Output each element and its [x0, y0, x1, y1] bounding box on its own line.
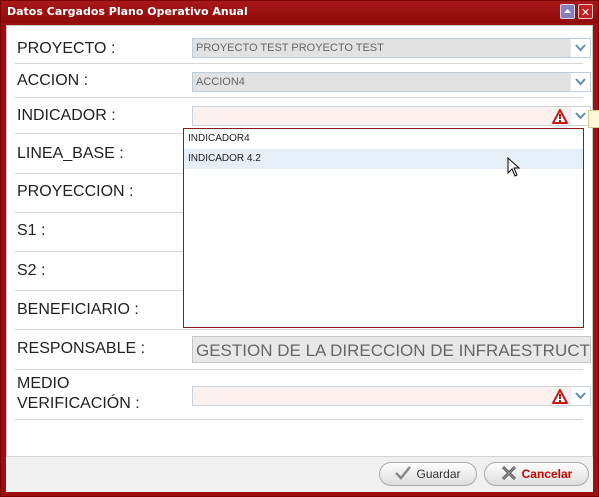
indicador-dropdown-list: INDICADOR4 INDICADOR 4.2 — [183, 128, 584, 328]
medio-label: MEDIO — [17, 375, 70, 392]
responsable-field[interactable]: GESTION DE LA DIRECCION DE INFRAESTRUCTU… — [192, 336, 591, 363]
close-icon[interactable]: ✕ — [578, 4, 593, 19]
accion-value: ACCION4 — [196, 76, 245, 88]
mouse-cursor-icon — [507, 156, 521, 181]
row-accion: ACCION : ACCION4 — [15, 66, 591, 98]
warning-icon — [552, 109, 568, 128]
proyecto-label: PROYECTO : — [17, 40, 116, 57]
beneficiario-label: BENEFICIARIO : — [17, 301, 139, 318]
row-proyecto: PROYECTO : PROYECTO TEST PROYECTO TEST — [15, 32, 591, 64]
window-title: Datos Cargados Plano Operativo Anual — [7, 5, 248, 18]
accion-label: ACCION : — [17, 72, 89, 89]
chevron-down-icon[interactable] — [570, 107, 590, 125]
indicador-combo[interactable] — [192, 106, 591, 126]
cancel-button[interactable]: Cancelar — [484, 462, 589, 486]
chevron-down-icon[interactable] — [570, 73, 590, 91]
save-button[interactable]: Guardar — [379, 462, 477, 486]
title-bar[interactable]: Datos Cargados Plano Operativo Anual — [1, 1, 598, 23]
error-tooltip-tab — [588, 110, 599, 128]
dialog-footer: Guardar Cancelar — [6, 456, 593, 492]
row-medio-verificacion: MEDIO VERIFICACIÓN : — [15, 372, 591, 420]
cancel-label: Cancelar — [521, 467, 573, 481]
chevron-down-icon[interactable] — [570, 39, 590, 57]
responsable-value: GESTION DE LA DIRECCION DE INFRAESTRUCTU… — [196, 341, 590, 360]
dialog-window: Datos Cargados Plano Operativo Anual ✕ P… — [0, 0, 599, 497]
proyeccion-label: PROYECCION : — [17, 183, 134, 200]
checkmark-icon — [395, 465, 412, 483]
list-item[interactable]: INDICADOR 4.2 — [184, 149, 583, 169]
minimize-icon[interactable] — [560, 4, 575, 19]
responsable-label: RESPONSABLE : — [17, 340, 146, 357]
proyecto-combo[interactable]: PROYECTO TEST PROYECTO TEST — [192, 38, 591, 58]
verificacion-label: VERIFICACIÓN : — [17, 395, 140, 412]
s1-label: S1 : — [17, 222, 46, 239]
list-item[interactable]: INDICADOR4 — [184, 129, 583, 149]
linea-base-label: LINEA_BASE : — [17, 145, 124, 162]
s2-label: S2 : — [17, 262, 46, 279]
indicador-label: INDICADOR : — [17, 107, 116, 124]
medio-verificacion-combo[interactable] — [192, 386, 591, 406]
accion-combo[interactable]: ACCION4 — [192, 72, 591, 92]
x-icon — [501, 465, 517, 484]
save-label: Guardar — [416, 467, 461, 481]
warning-icon — [552, 389, 568, 408]
row-responsable: RESPONSABLE : GESTION DE LA DIRECCION DE… — [15, 332, 591, 370]
proyecto-value: PROYECTO TEST PROYECTO TEST — [196, 42, 384, 54]
chevron-down-icon[interactable] — [570, 387, 590, 405]
